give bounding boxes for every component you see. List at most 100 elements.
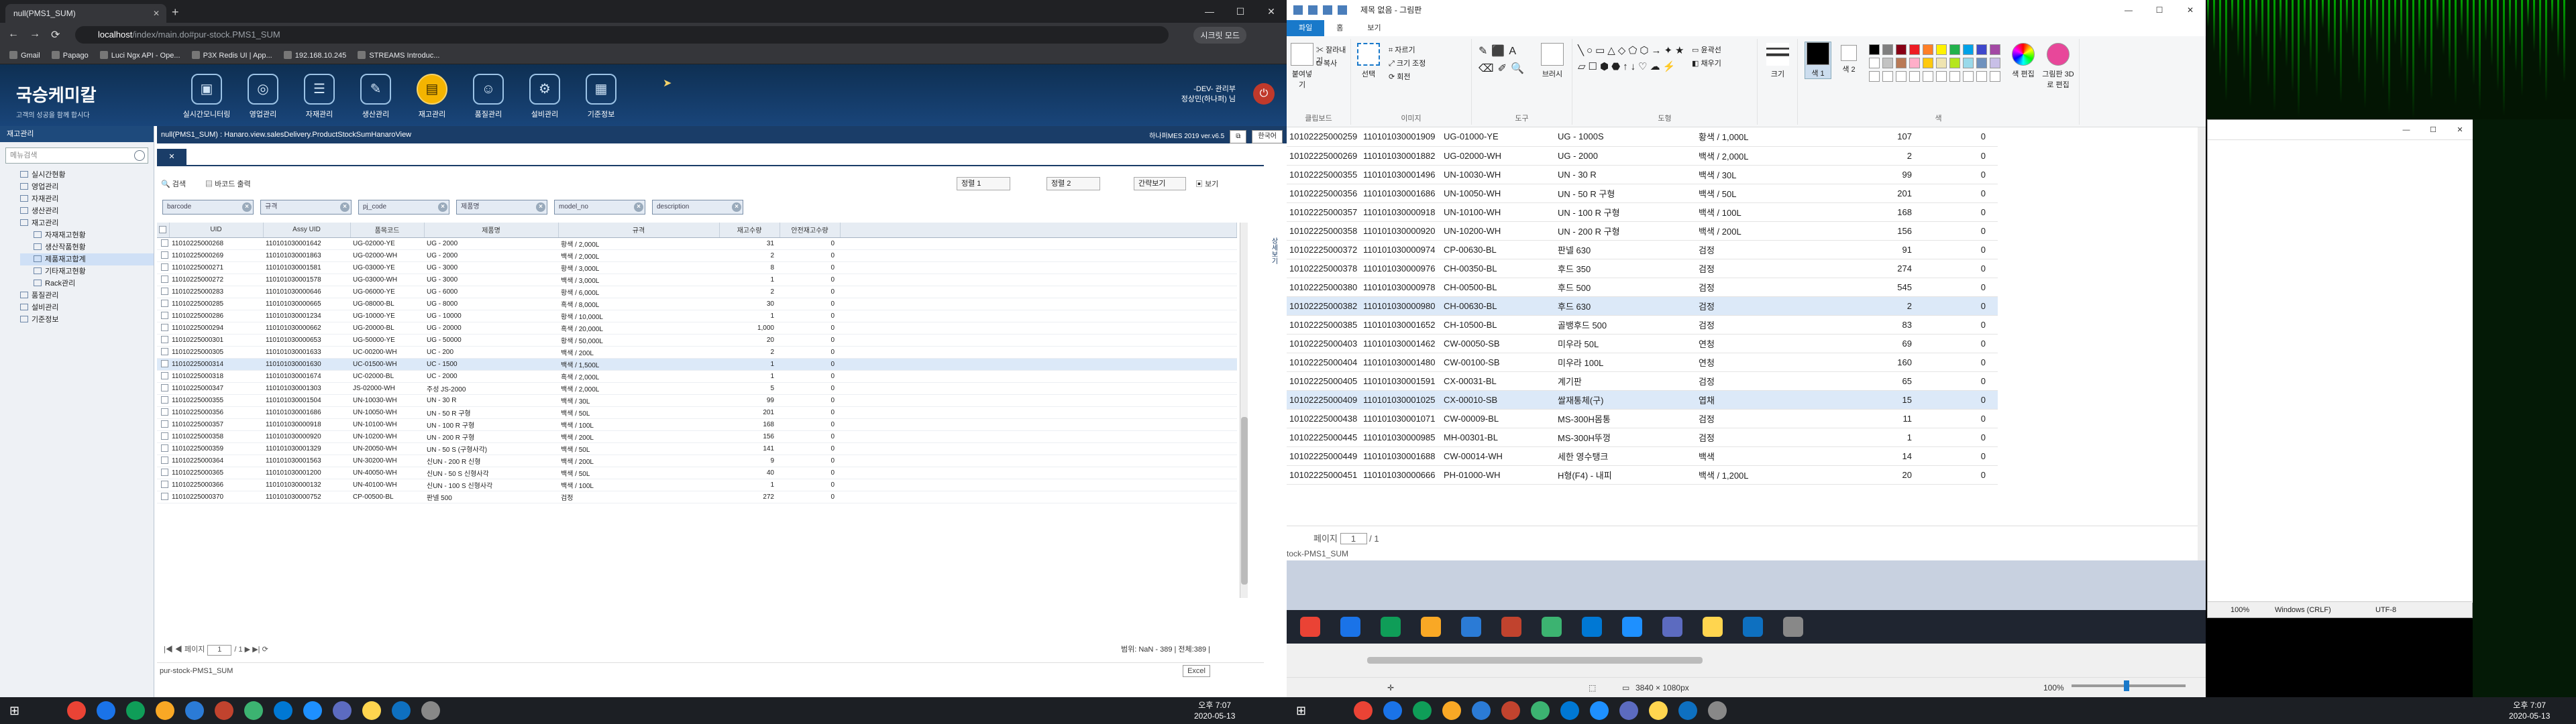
reload-icon[interactable]: ⟳ [51,28,60,42]
file-explorer-icon[interactable] [1383,701,1402,720]
tree-item-material-stock[interactable]: 자재재고현황 [20,229,154,241]
chrome-icon[interactable] [67,701,86,720]
col-safety-qty[interactable]: 안전재고수량 [780,223,841,238]
row-checkbox[interactable] [157,479,169,491]
barcode-print-button[interactable]: ▤ 바코드 출력 [205,178,251,189]
vscode-icon[interactable] [274,701,292,720]
col-uid[interactable]: UID [169,223,264,238]
color-swatch[interactable] [1923,58,1933,68]
color1-button[interactable]: 색 1 [1805,42,1831,79]
tool-icons[interactable]: ✎⬛A [1479,44,1520,58]
custom-color-swatch[interactable] [1963,71,1974,82]
new-window-button[interactable]: ⧉ [1230,130,1247,143]
tool-icons-2[interactable]: ⌫✐🔍 [1479,62,1528,75]
zoom-thumb[interactable] [2124,680,2129,691]
size-button[interactable]: 크기 [1764,43,1791,79]
vscode-icon[interactable] [392,701,411,720]
col-spec[interactable]: 규격 [558,223,720,238]
kakaotalk-icon[interactable] [1649,701,1668,720]
menu-equipment[interactable]: ⚙ 설비관리 [519,74,570,119]
table-row[interactable]: 11010225000357 110101030000918 UN-10100-WH… [157,418,1237,431]
color-swatch[interactable] [1963,58,1974,68]
color-swatch[interactable] [1923,44,1933,55]
forward-icon[interactable]: → [30,28,40,40]
table-row[interactable]: 11010225000364 110101030001563 UN-30200-WH… [157,455,1237,467]
table-row[interactable]: 11010225000271 110101030001581 UG-03000-YE… [157,261,1237,274]
menu-master[interactable]: ▦ 기준정보 [576,74,627,119]
close-tab-icon[interactable]: ✕ [153,4,160,23]
bookmark-item[interactable]: Gmail [9,47,40,64]
chrome-icon[interactable] [156,701,174,720]
custom-color-swatch[interactable] [1882,71,1893,82]
table-row[interactable]: 11010225000358 110101030000920 UN-10200-WH… [157,430,1237,443]
table-row[interactable]: 11010225000269 110101030001863 UG-02000-WH… [157,249,1237,262]
custom-color-swatch[interactable] [1936,71,1947,82]
row-checkbox[interactable] [157,491,169,503]
minimize-icon[interactable]: — [1194,0,1225,23]
language-select[interactable]: 한국어 [1252,130,1283,143]
tree-item-equipment[interactable]: 설비관리 [20,302,154,314]
row-checkbox[interactable] [157,298,169,310]
row-checkbox[interactable] [157,382,169,395]
tree-item-production-works[interactable]: 생산작품현황 [20,241,154,253]
menu-sales[interactable]: ◎ 영업관리 [237,74,288,119]
vscode-icon[interactable] [1472,701,1491,720]
table-row[interactable]: 11010225000356 110101030001686 UN-10050-WH… [157,406,1237,419]
color-swatch[interactable] [1909,58,1920,68]
row-checkbox[interactable] [157,310,169,322]
row-checkbox[interactable] [157,394,169,407]
maximize-icon[interactable]: ☐ [2144,0,2175,20]
color-swatch[interactable] [1936,44,1947,55]
rotate-button[interactable]: ⟳ 회전 [1389,71,1411,82]
edge-icon[interactable] [303,701,322,720]
file-explorer-icon[interactable] [97,701,115,720]
content-tab-close[interactable]: ✕ [157,149,186,165]
tab-view[interactable]: 보기 [1355,20,1393,36]
last-page-icon[interactable]: ▶| [252,646,260,654]
chrome-icon[interactable] [1442,701,1461,720]
table-row[interactable]: 11010225000370 110101030000752 CP-00500-BL… [157,491,1237,503]
table-row[interactable]: 11010225000355 110101030001504 UN-10030-WH… [157,394,1237,407]
vscode-icon[interactable] [1560,701,1579,720]
paint-canvas[interactable]: 10102225000259 110101030001909 UG-01000-YE… [1287,127,2198,560]
row-checkbox[interactable] [157,322,169,335]
logout-icon[interactable]: ⏻ [1253,83,1275,105]
zoom-slider[interactable] [2072,680,2186,691]
canvas-vscroll[interactable] [2198,127,2206,560]
canvas-hscroll[interactable] [1287,644,2206,670]
incognito-badge[interactable]: 시크릿 모드 [1193,27,1246,44]
row-checkbox[interactable] [157,249,169,262]
prev-page-icon[interactable]: ◀ [175,646,182,654]
table-row[interactable]: 11010225000301 110101030000653 UG-50000-YE… [157,334,1237,347]
shapes-gallery[interactable]: ╲○▭△◇⬠⬡→✦★ [1578,44,1686,56]
row-checkbox[interactable] [157,334,169,347]
windows-start-icon[interactable]: ⊞ [9,704,23,717]
col-product-name[interactable]: 제품명 [424,223,559,238]
row-checkbox[interactable] [157,467,169,479]
filter-product-name[interactable]: 제품명 × [456,200,547,215]
edge-icon[interactable] [1590,701,1609,720]
save-icon[interactable] [1308,5,1318,15]
tree-item-master[interactable]: 기준정보 [20,314,154,326]
table-row[interactable]: 11010225000366 110101030000132 UN-40100-WH… [157,479,1237,491]
table-row[interactable]: 11010225000347 110101030001303 JS-02000-WH… [157,382,1237,395]
tree-item-inventory[interactable]: 재고관리 [20,217,154,229]
table-row[interactable]: 11010225000318 110101030001674 UC-02000-BL… [157,370,1237,383]
row-checkbox[interactable] [157,358,169,371]
menu-inventory[interactable]: ▤ 재고관리 [407,74,458,119]
github-icon[interactable] [1501,701,1520,720]
settings-icon[interactable] [1708,701,1727,720]
table-row[interactable]: 11010225000365 110101030001200 UN-40050-WH… [157,467,1237,479]
color-swatch[interactable] [1869,44,1880,55]
hscroll-thumb[interactable] [1367,657,1703,664]
table-row[interactable]: 11010225000286 110101030001234 UG-10000-YE… [157,310,1237,322]
settings-icon[interactable] [421,701,440,720]
color-swatch[interactable] [1869,58,1880,68]
filter-description[interactable]: description × [652,200,743,215]
color-swatch[interactable] [1882,58,1893,68]
row-checkbox[interactable] [157,418,169,431]
first-page-icon[interactable]: |◀ [164,646,173,654]
filter-model-no[interactable]: model_no × [554,200,645,215]
grid-scrollbar[interactable] [1240,223,1248,598]
custom-color-swatch[interactable] [1976,71,1987,82]
